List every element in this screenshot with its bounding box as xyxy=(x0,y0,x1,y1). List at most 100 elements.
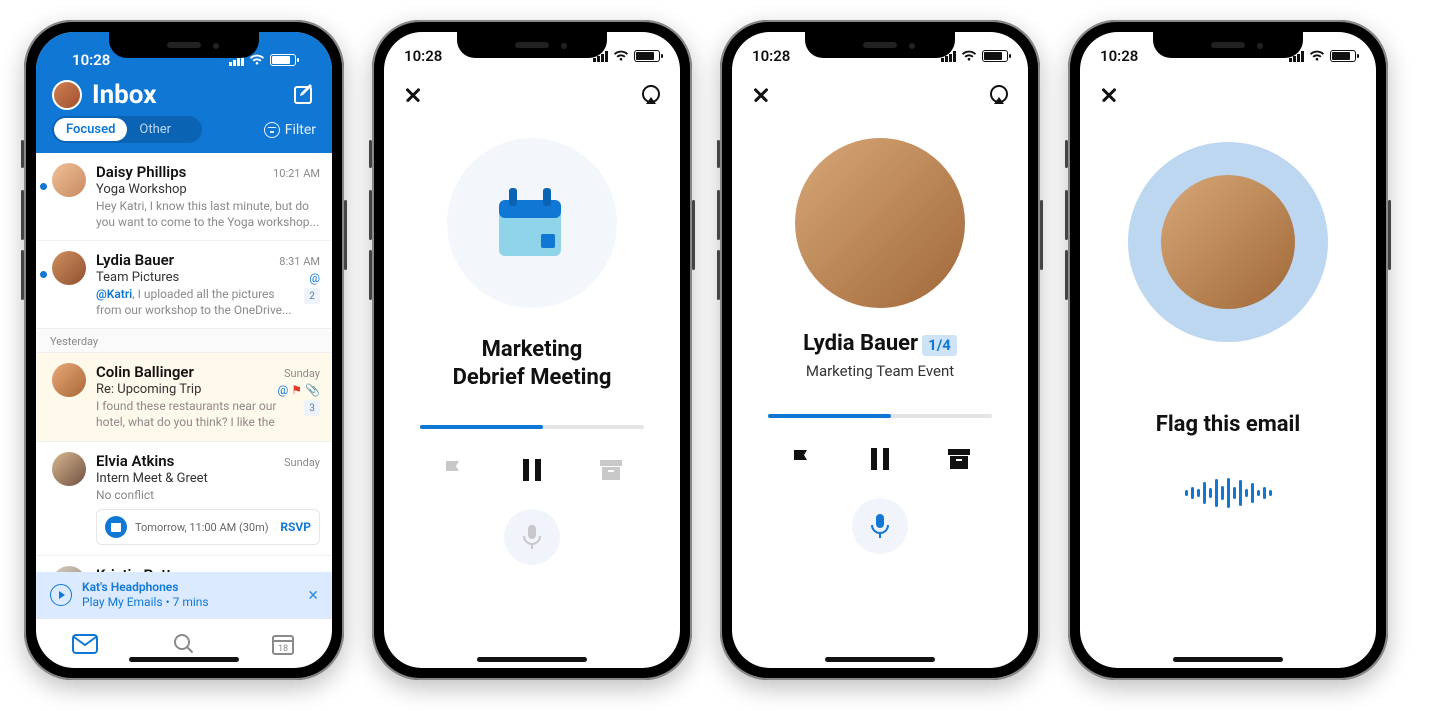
subject: Team Pictures xyxy=(96,270,179,285)
message-item[interactable]: Kristin PattersonSunday FW: Volunteers N… xyxy=(36,555,332,572)
status-time: 10:28 xyxy=(1100,47,1138,65)
preview: I found these restaurants near our hotel… xyxy=(96,399,298,430)
battery-icon xyxy=(1330,50,1356,62)
message-list[interactable]: Daisy Phillips10:21 AM Yoga Workshop Hey… xyxy=(36,153,332,572)
archive-button[interactable] xyxy=(944,444,974,474)
notch xyxy=(109,32,259,58)
email-counter: 1/4 xyxy=(922,335,957,356)
home-indicator[interactable] xyxy=(825,657,935,662)
close-icon[interactable] xyxy=(750,84,772,106)
inbox-title: Inbox xyxy=(92,80,282,110)
play-sender-name: Lydia Bauer1/4 xyxy=(732,330,1028,358)
message-item[interactable]: Elvia Atkins Sunday Intern Meet & Greet N… xyxy=(36,441,332,556)
attachment-icon: 📎 xyxy=(305,383,320,397)
sender-avatar-ring xyxy=(1128,142,1328,342)
calendar-icon xyxy=(105,516,127,538)
phone-confirm-flag: 10:28 Flag this email xyxy=(1068,20,1388,680)
waveform-icon xyxy=(1080,477,1376,509)
cast-icon[interactable] xyxy=(640,84,662,106)
battery-icon xyxy=(270,54,296,66)
sender: Elvia Atkins xyxy=(96,452,174,470)
close-icon[interactable] xyxy=(402,84,424,106)
profile-avatar[interactable] xyxy=(52,80,82,110)
sender: Lydia Bauer xyxy=(96,251,174,269)
avatar xyxy=(52,363,86,397)
thread-count: 3 xyxy=(304,400,320,416)
mention-text: @Katri xyxy=(96,287,132,301)
rsvp-time: Tomorrow, 11:00 AM (30m) xyxy=(135,521,269,534)
notch xyxy=(805,32,955,58)
status-time: 10:28 xyxy=(752,47,790,65)
notch xyxy=(1153,32,1303,58)
filter-icon xyxy=(264,122,280,138)
play-emails-banner[interactable]: Kat's Headphones Play My Emails • 7 mins… xyxy=(36,572,332,618)
subject: Intern Meet & Greet xyxy=(96,471,208,486)
close-icon[interactable]: × xyxy=(308,585,318,606)
subject: Re: Upcoming Trip xyxy=(96,382,201,397)
pause-button[interactable] xyxy=(865,444,895,474)
tab-mail[interactable] xyxy=(36,619,135,668)
sender: Colin Ballinger xyxy=(96,363,194,381)
phone-play-meeting: 10:28 MarketingDebrief Meeting xyxy=(372,20,692,680)
rsvp-card[interactable]: Tomorrow, 11:00 AM (30m) RSVP xyxy=(96,509,320,545)
battery-icon xyxy=(982,50,1008,62)
message-item[interactable]: Colin Ballinger Sunday Re: Upcoming Trip @… xyxy=(36,353,332,440)
flag-button[interactable] xyxy=(438,455,468,485)
status-time: 10:28 xyxy=(404,47,442,65)
avatar xyxy=(52,452,86,486)
thread-count: 2 xyxy=(304,288,320,304)
filter-label: Filter xyxy=(285,122,316,138)
message-item[interactable]: Daisy Phillips10:21 AM Yoga Workshop Hey… xyxy=(36,153,332,240)
tab-calendar[interactable]: 18 xyxy=(233,619,332,668)
home-indicator[interactable] xyxy=(477,657,587,662)
timestamp: 8:31 AM xyxy=(279,255,320,268)
filter-button[interactable]: Filter xyxy=(264,122,316,138)
home-indicator[interactable] xyxy=(1173,657,1283,662)
wifi-icon xyxy=(1309,50,1325,62)
avatar xyxy=(52,163,86,197)
mention-icon: @ xyxy=(309,271,320,285)
preview: @Katri, I uploaded all the pictures from… xyxy=(96,287,298,318)
preview: Hey Katri, I know this last minute, but … xyxy=(96,199,320,230)
flag-button[interactable] xyxy=(786,444,816,474)
tab-other[interactable]: Other xyxy=(127,118,183,141)
cast-icon[interactable] xyxy=(988,84,1010,106)
battery-icon xyxy=(634,50,660,62)
preview: No conflict xyxy=(96,488,320,504)
avatar xyxy=(52,566,86,572)
sender: Daisy Phillips xyxy=(96,163,186,181)
pause-button[interactable] xyxy=(517,455,547,485)
wifi-icon xyxy=(249,54,265,66)
mention-icon: @ xyxy=(278,383,289,397)
sender-avatar xyxy=(795,138,965,308)
timestamp: Sunday xyxy=(284,570,320,572)
confirmation-text: Flag this email xyxy=(1080,412,1376,437)
avatar xyxy=(52,251,86,285)
banner-subtitle: Play My Emails • 7 mins xyxy=(82,595,298,610)
timestamp: Sunday xyxy=(284,456,320,469)
compose-icon[interactable] xyxy=(292,83,316,107)
play-title: MarketingDebrief Meeting xyxy=(384,336,680,391)
timestamp: Sunday xyxy=(284,367,320,380)
section-header-yesterday: Yesterday xyxy=(36,328,332,353)
archive-button[interactable] xyxy=(596,455,626,485)
svg-text:18: 18 xyxy=(278,644,288,654)
flag-icon: ⚑ xyxy=(291,383,302,397)
mic-button[interactable] xyxy=(504,509,560,565)
mic-button[interactable] xyxy=(852,498,908,554)
tab-focused[interactable]: Focused xyxy=(54,118,127,141)
phone-play-email: 10:28 Lydia Bauer1/4 Marketing Team Even… xyxy=(720,20,1040,680)
rsvp-button[interactable]: RSVP xyxy=(280,520,311,534)
wifi-icon xyxy=(613,50,629,62)
timestamp: 10:21 AM xyxy=(273,167,320,180)
message-item[interactable]: Lydia Bauer 8:31 AM Team Pictures @ @Katri… xyxy=(36,240,332,328)
home-indicator[interactable] xyxy=(129,657,239,662)
phone-inbox: 10:28 Inbox Focused Other F xyxy=(24,20,344,680)
close-icon[interactable] xyxy=(1098,84,1120,106)
sender-avatar xyxy=(1161,175,1295,309)
banner-title: Kat's Headphones xyxy=(82,580,298,595)
wifi-icon xyxy=(961,50,977,62)
progress-bar[interactable] xyxy=(768,414,992,418)
notch xyxy=(457,32,607,58)
progress-bar[interactable] xyxy=(420,425,644,429)
